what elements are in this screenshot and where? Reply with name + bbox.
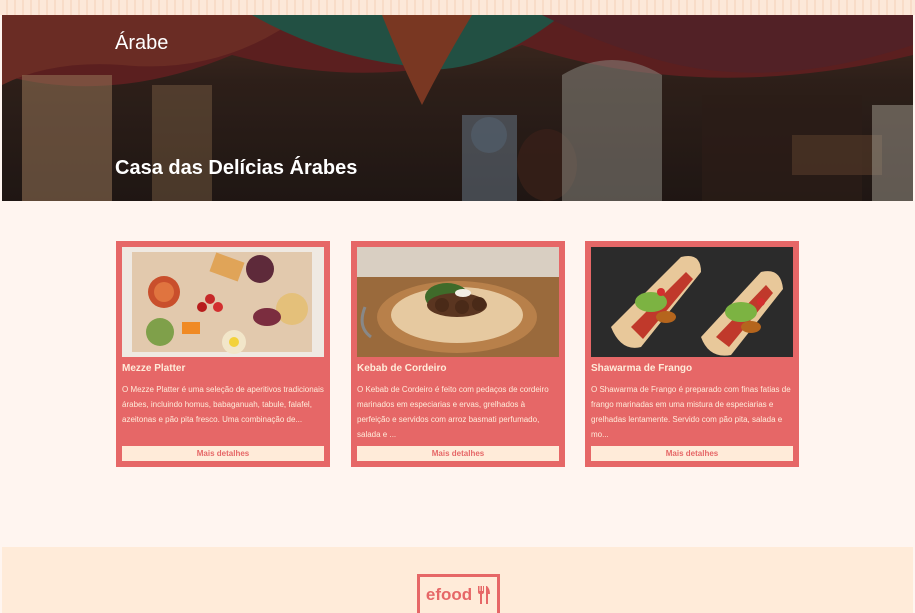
dish-photo-shawarma xyxy=(591,247,793,357)
logo-text: efood xyxy=(425,585,473,604)
dish-description: O Mezze Platter é uma seleção de aperiti… xyxy=(122,385,324,424)
dish-photo-mezze xyxy=(122,247,324,357)
hero-banner: Árabe Casa das Delícias Árabes xyxy=(2,15,913,201)
fork-knife-icon xyxy=(478,586,491,604)
more-details-button[interactable]: Mais detalhes xyxy=(122,446,324,461)
dish-photo-kebab xyxy=(357,247,559,357)
dish-description: O Kebab de Cordeiro é feito com pedaços … xyxy=(357,385,549,439)
more-details-button[interactable]: Mais detalhes xyxy=(357,446,559,461)
footer: efood xyxy=(2,547,913,613)
efood-logo[interactable]: efood xyxy=(417,574,500,613)
dish-name: Mezze Platter xyxy=(122,363,186,374)
more-details-button[interactable]: Mais detalhes xyxy=(591,446,793,461)
restaurant-name: Casa das Delícias Árabes xyxy=(115,157,358,179)
dish-card: Shawarma de Frango O Shawarma de Frango … xyxy=(585,241,799,467)
dish-card: Kebab de Cordeiro O Kebab de Cordeiro é … xyxy=(351,241,565,467)
dish-name: Kebab de Cordeiro xyxy=(357,363,447,374)
dish-description: O Shawarma de Frango é preparado com fin… xyxy=(591,385,791,439)
restaurant-category: Árabe xyxy=(115,32,169,54)
dish-name: Shawarma de Frango xyxy=(591,363,693,374)
top-strip xyxy=(0,0,915,15)
dish-card: Mezze Platter O Mezze Platter é uma sele… xyxy=(116,241,330,467)
